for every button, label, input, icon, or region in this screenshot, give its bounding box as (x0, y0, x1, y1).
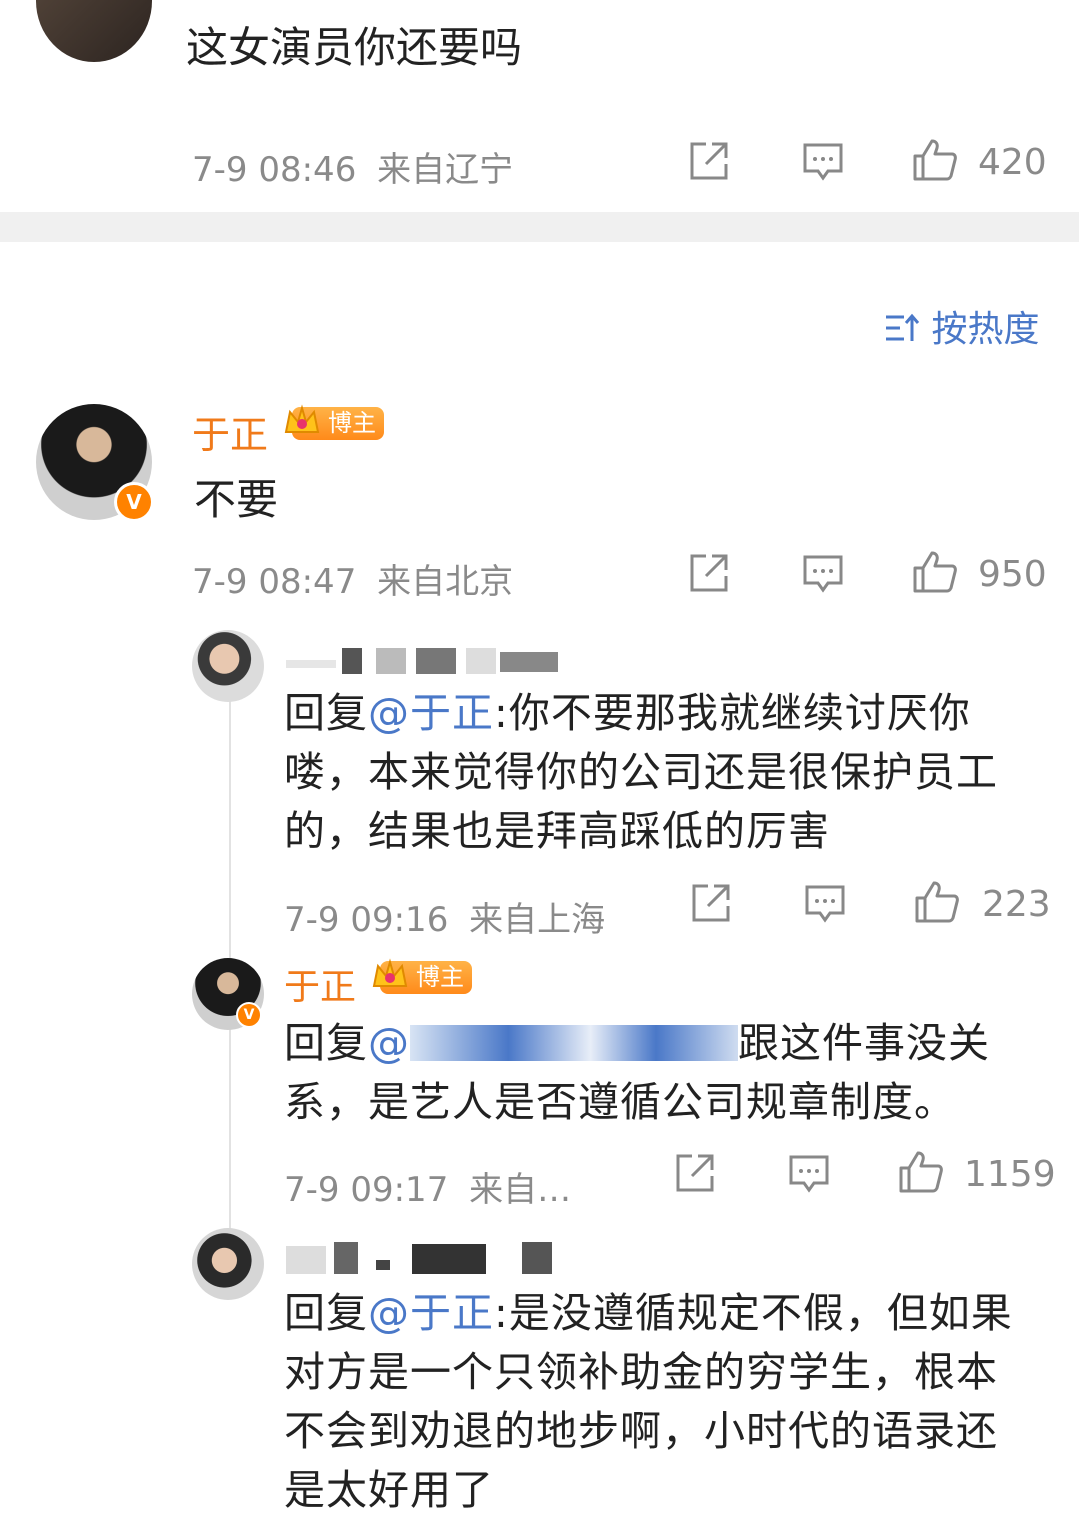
mention-link[interactable]: @于正 (368, 689, 494, 737)
comment-time: 7-9 09:16 (284, 900, 449, 940)
share-icon[interactable] (688, 140, 730, 182)
comment-icon[interactable] (804, 884, 846, 924)
reply-prefix: 回复 (284, 1289, 368, 1337)
avatar[interactable] (192, 1228, 264, 1300)
comment-time: 7-9 08:46 (192, 150, 357, 190)
section-divider (0, 212, 1079, 242)
like-count: 420 (978, 142, 1047, 183)
reply-text: 回复@于正:你不要那我就继续讨厌你喽，本来觉得你的公司还是很保护员工的，结果也是… (284, 684, 1024, 861)
comment-location: 来自辽宁 (377, 150, 514, 190)
like-count: 1159 (964, 1154, 1056, 1195)
comment-meta: 7-9 08:46 来自辽宁 (192, 142, 513, 191)
sort-icon (886, 313, 920, 341)
mention-link[interactable]: @ (368, 1019, 410, 1067)
author-name[interactable]: 于正 (192, 404, 268, 459)
author-name[interactable]: 于正 (284, 958, 356, 1010)
comment-location: 来自… (469, 1170, 572, 1210)
blogger-badge: 博主 (372, 958, 472, 994)
share-icon[interactable] (674, 1152, 716, 1194)
like-count: 950 (978, 554, 1047, 595)
comment-meta: 7-9 09:16 来自上海 (284, 892, 605, 941)
comment-text: 不要 (194, 475, 279, 524)
like-icon[interactable] (898, 1150, 944, 1194)
comment-icon[interactable] (802, 554, 844, 594)
username-redacted (286, 640, 558, 674)
avatar[interactable] (36, 0, 152, 62)
reply-text: 回复@于正:是没遵循规定不假，但如果对方是一个只领补助金的穷学生，根本不会到劝退… (284, 1284, 1024, 1520)
comment-icon[interactable] (788, 1154, 830, 1194)
like-icon[interactable] (912, 550, 958, 594)
mention-redacted (410, 1025, 738, 1061)
mention-link[interactable]: @于正 (368, 1289, 494, 1337)
comment-meta: 7-9 08:47 来自北京 (192, 554, 513, 603)
like-icon[interactable] (912, 138, 958, 182)
comment-icon[interactable] (802, 142, 844, 182)
comment-text: 这女演员你还要吗 (186, 23, 523, 72)
reply-prefix: 回复 (284, 1019, 368, 1067)
like-icon[interactable] (914, 880, 960, 924)
share-icon[interactable] (688, 552, 730, 594)
verified-badge: V (236, 1002, 262, 1028)
reply-prefix: 回复 (284, 689, 368, 737)
crown-icon (372, 958, 408, 987)
comment-time: 7-9 08:47 (192, 562, 357, 602)
verified-badge: V (114, 482, 154, 522)
like-count: 223 (982, 884, 1051, 925)
comment-location: 来自北京 (377, 562, 514, 602)
username-redacted (286, 1240, 552, 1276)
comment-location: 来自上海 (469, 900, 606, 940)
share-icon[interactable] (690, 882, 732, 924)
blogger-badge: 博主 (284, 404, 384, 440)
sort-button[interactable]: 按热度 (884, 300, 1039, 352)
comment-time: 7-9 09:17 (284, 1170, 449, 1210)
crown-icon (284, 404, 320, 433)
reply-text: 回复@ 跟这件事没关系，是艺人是否遵循公司规章制度。 (284, 1014, 1024, 1132)
comment-meta: 7-9 09:17 来自… (284, 1162, 571, 1211)
avatar[interactable] (192, 630, 264, 702)
sort-label: 按热度 (931, 309, 1040, 350)
